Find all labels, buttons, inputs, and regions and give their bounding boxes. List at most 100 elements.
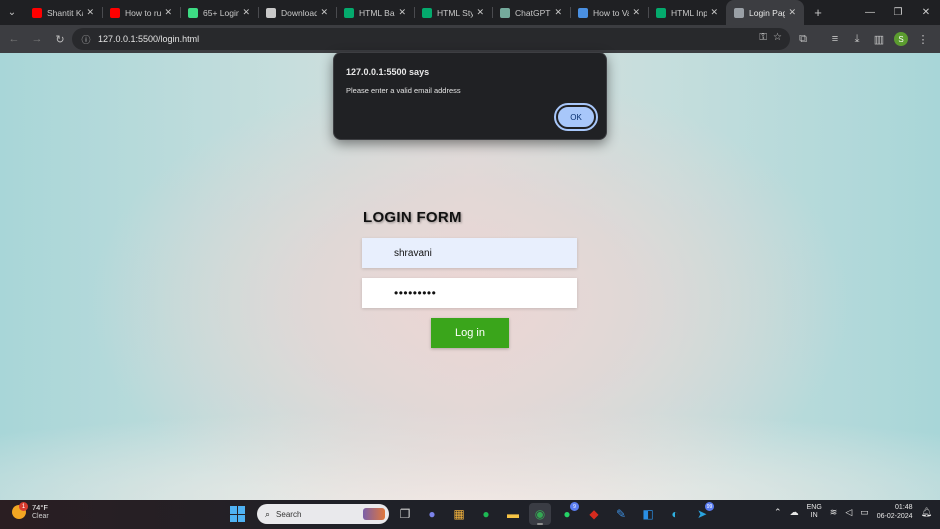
dialog-ok-button[interactable]: OK xyxy=(554,103,598,131)
profile-avatar[interactable]: S xyxy=(894,32,908,46)
taskbar-search[interactable]: ⌕ Search xyxy=(257,504,389,524)
browser-tab[interactable]: Shantit Ka...✕ xyxy=(24,0,102,25)
search-highlight-icon xyxy=(363,508,385,520)
weather-widget[interactable]: 1 74°F Clear xyxy=(12,502,49,521)
browser-tab[interactable]: HTML Back...✕ xyxy=(336,0,414,25)
notification-bell-icon[interactable]: 🔔︎ xyxy=(921,507,932,518)
whatsapp-badge: 9 xyxy=(570,502,579,511)
taskbar-apps: ⌕ Search ❐ ● ▦ ● ▬ ◉ ● 9 ◆ ✎ ◧ ◐ ➤ 99 xyxy=(230,502,714,525)
vscode-icon[interactable]: ◧ xyxy=(637,503,659,525)
extensions-icon[interactable]: ⧉ xyxy=(792,28,814,50)
windows-taskbar: 1 74°F Clear ⌕ Search ❐ ● ▦ ● ▬ ◉ ● 9 ◆ ✎… xyxy=(0,500,940,529)
youtube-icon xyxy=(110,7,120,18)
tab-close-icon[interactable]: ✕ xyxy=(242,7,250,18)
alert-dialog: 127.0.0.1:5500 says Please enter a valid… xyxy=(333,52,607,140)
chrome-icon[interactable]: ◉ xyxy=(529,503,551,525)
tab-title: HTML Back... xyxy=(359,7,395,18)
language-indicator[interactable]: ENG IN xyxy=(807,504,822,520)
tab-close-icon[interactable]: ✕ xyxy=(632,7,640,18)
tab-title: HTML Inpu... xyxy=(671,7,707,18)
media-control-icon[interactable]: ≡ xyxy=(824,28,846,50)
tray-chevron-icon[interactable]: ⌃ xyxy=(774,507,782,518)
edge-icon[interactable]: ◐ xyxy=(664,503,686,525)
clock-time: 01:48 xyxy=(895,504,913,511)
minimize-icon[interactable]: — xyxy=(856,0,884,25)
tab-close-icon[interactable]: ✕ xyxy=(320,7,328,18)
bookmark-star-icon[interactable]: ☆ xyxy=(773,32,782,43)
back-arrow-icon[interactable]: ← xyxy=(3,28,25,50)
globe-icon xyxy=(734,7,744,18)
battery-icon[interactable]: ▭ xyxy=(860,507,869,518)
wifi-icon[interactable]: ≋ xyxy=(830,507,838,518)
menu-kebab-icon[interactable]: ⋮ xyxy=(912,28,934,50)
store-icon[interactable]: ▦ xyxy=(448,503,470,525)
tab-close-icon[interactable]: ✕ xyxy=(476,7,484,18)
dialog-message: Please enter a valid email address xyxy=(346,86,461,95)
side-panel-icon[interactable]: ▥ xyxy=(868,28,890,50)
new-tab-button[interactable]: + xyxy=(808,5,828,20)
username-input[interactable] xyxy=(362,238,577,268)
browser-tab[interactable]: How to Va...✕ xyxy=(570,0,648,25)
login-button[interactable]: Log in xyxy=(431,318,509,348)
tab-title: How to run... xyxy=(125,7,161,18)
telegram-icon[interactable]: ➤ 99 xyxy=(691,502,714,525)
volume-icon[interactable]: ◁ xyxy=(845,507,852,518)
tab-title: HTML Style... xyxy=(437,7,473,18)
browser-tab[interactable]: HTML Inpu...✕ xyxy=(648,0,726,25)
task-view-icon[interactable]: ❐ xyxy=(394,503,416,525)
taskbar-search-label: Search xyxy=(276,509,302,519)
weather-badge: 1 xyxy=(19,502,28,511)
site-info-icon[interactable]: ⓘ xyxy=(80,33,92,45)
browser-tab[interactable]: How to run...✕ xyxy=(102,0,180,25)
tab-title: How to Va... xyxy=(593,7,629,18)
tab-search-chevron-icon[interactable]: ⌄ xyxy=(0,0,24,25)
tab-close-icon[interactable]: ✕ xyxy=(86,7,94,18)
lang-primary: ENG xyxy=(806,504,822,511)
url-text[interactable]: 127.0.0.1:5500/login.html xyxy=(98,34,199,44)
download-icon xyxy=(266,7,276,18)
tab-title: Shantit Ka... xyxy=(47,7,83,18)
w3schools-icon xyxy=(422,7,432,18)
whatsapp-icon[interactable]: ● 9 xyxy=(556,502,579,525)
tab-close-icon[interactable]: ✕ xyxy=(398,7,406,18)
login-form-title: LOGIN FORM xyxy=(363,209,462,226)
toolbar-actions: ⧉ ≡ ⤓ ▥ S ⋮ xyxy=(792,28,934,50)
chat-icon[interactable]: ● xyxy=(421,503,443,525)
tab-close-icon[interactable]: ✕ xyxy=(710,7,718,18)
tab-close-icon[interactable]: ✕ xyxy=(788,7,796,18)
tab-title: Downloads xyxy=(281,7,317,18)
window-controls: — ❐ ✕ xyxy=(856,0,940,25)
address-bar[interactable]: ⓘ 127.0.0.1:5500/login.html ⚿ ☆ xyxy=(72,28,790,50)
tab-title: ChatGPT xyxy=(515,7,551,18)
tab-close-icon[interactable]: ✕ xyxy=(554,7,562,18)
restore-icon[interactable]: ❐ xyxy=(884,0,912,25)
clock[interactable]: 01:48 06-02-2024 xyxy=(877,503,913,521)
tab-close-icon[interactable]: ✕ xyxy=(164,7,172,18)
telegram-badge: 99 xyxy=(705,502,714,511)
weather-temp: 74°F xyxy=(32,503,48,512)
password-key-icon[interactable]: ⚿ xyxy=(759,32,767,43)
w3schools-icon xyxy=(656,7,666,18)
file-explorer-icon[interactable]: ▬ xyxy=(502,503,524,525)
password-input[interactable] xyxy=(362,278,577,308)
tab-title: Login Page xyxy=(749,7,785,18)
site-icon xyxy=(188,7,198,18)
browser-tab[interactable]: HTML Style...✕ xyxy=(414,0,492,25)
start-windows-icon[interactable] xyxy=(230,506,246,522)
close-window-icon[interactable]: ✕ xyxy=(912,0,940,25)
browser-tab[interactable]: 65+ Login ...✕ xyxy=(180,0,258,25)
pencil-app-icon[interactable]: ✎ xyxy=(610,503,632,525)
weather-condition: Clear xyxy=(32,513,49,520)
browser-tab[interactable]: Login Page✕ xyxy=(726,0,804,25)
spotify-icon[interactable]: ● xyxy=(475,503,497,525)
site-icon xyxy=(578,7,588,18)
dialog-origin: 127.0.0.1:5500 says xyxy=(346,67,430,77)
browser-tab[interactable]: Downloads✕ xyxy=(258,0,336,25)
browser-tab[interactable]: ChatGPT ✕ xyxy=(492,0,570,25)
search-icon: ⌕ xyxy=(265,508,271,519)
download-icon[interactable]: ⤓ xyxy=(846,28,868,50)
onedrive-icon[interactable]: ☁ xyxy=(790,507,799,518)
forward-arrow-icon[interactable]: → xyxy=(26,28,48,50)
reload-icon[interactable]: ↻ xyxy=(49,28,71,50)
mcafee-icon[interactable]: ◆ xyxy=(583,503,605,525)
